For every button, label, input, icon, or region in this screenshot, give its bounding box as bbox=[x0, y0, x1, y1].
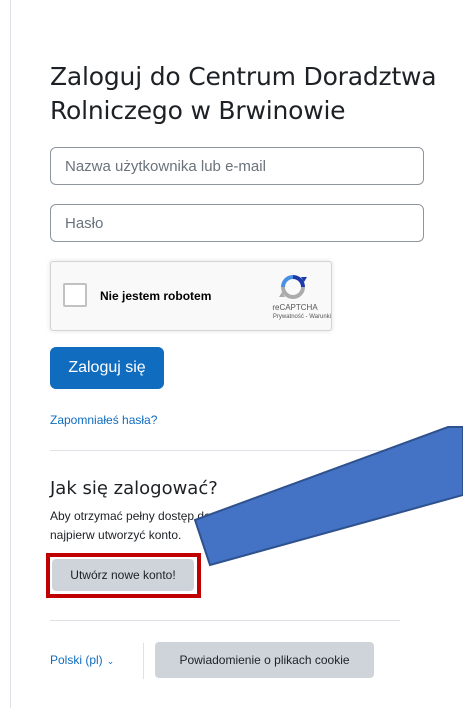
forgot-password-link[interactable]: Zapomniałeś hasła? bbox=[50, 413, 157, 427]
page-left-border bbox=[10, 0, 11, 708]
recaptcha-logo-icon bbox=[279, 275, 307, 299]
footer-separator bbox=[143, 643, 144, 679]
recaptcha-widget: Nie jestem robotem reCAPTCHA Prywatność … bbox=[50, 261, 332, 331]
annotation-highlight-box bbox=[46, 553, 201, 598]
page-title: Zaloguj do Centrum Doradztwa Rolniczego … bbox=[50, 62, 437, 125]
password-input[interactable] bbox=[50, 204, 424, 242]
recaptcha-checkbox[interactable] bbox=[63, 283, 87, 307]
chevron-down-icon: ⌄ bbox=[106, 656, 115, 666]
recaptcha-label: Nie jestem robotem bbox=[100, 289, 212, 303]
login-container: Zaloguj do Centrum Doradztwa Rolniczego … bbox=[46, 0, 463, 708]
language-selector[interactable]: Polski (pl) ⌄ bbox=[50, 653, 114, 667]
cookie-notice-button[interactable]: Powiadomienie o plikach cookie bbox=[155, 642, 374, 678]
language-label: Polski (pl) bbox=[50, 653, 103, 667]
footer-divider bbox=[50, 620, 400, 621]
login-button[interactable]: Zaloguj się bbox=[50, 347, 164, 389]
signup-description: Aby otrzymać pełny dostęp do kursów w ty… bbox=[50, 509, 375, 542]
signup-heading: Jak się zalogować? bbox=[50, 478, 218, 499]
username-input[interactable] bbox=[50, 147, 424, 185]
section-divider bbox=[50, 450, 400, 451]
recaptcha-brand: reCAPTCHA bbox=[272, 303, 318, 312]
recaptcha-privacy-links[interactable]: Prywatność - Warunki bbox=[241, 314, 331, 320]
